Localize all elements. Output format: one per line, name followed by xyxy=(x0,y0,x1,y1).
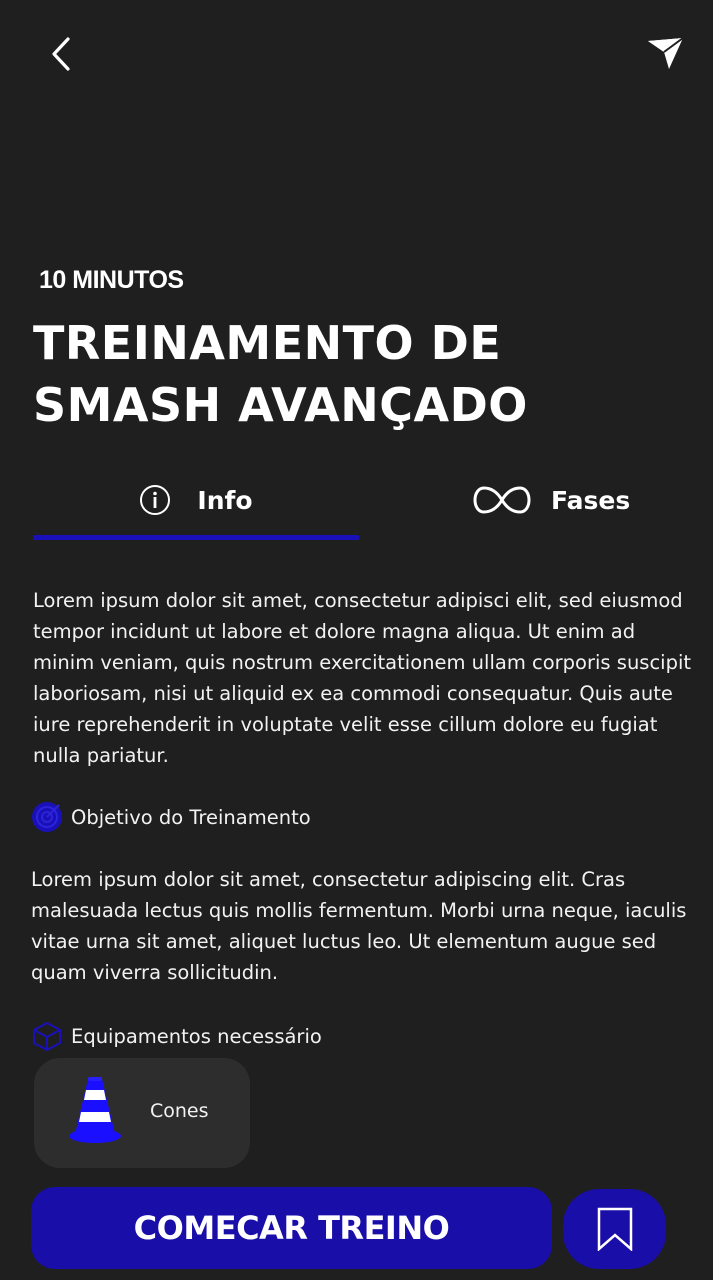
target-icon xyxy=(31,801,63,833)
tab-fases[interactable]: Fases xyxy=(473,470,693,530)
objective-heading: Objetivo do Treinamento xyxy=(31,801,311,833)
tab-bar: Info Fases xyxy=(33,470,693,542)
objective-heading-label: Objetivo do Treinamento xyxy=(71,805,311,829)
objective-text: Lorem ipsum dolor sit amet, consectetur … xyxy=(31,868,687,984)
box-icon xyxy=(31,1020,63,1052)
tab-info[interactable]: Info xyxy=(33,470,359,530)
equipment-label: Cones xyxy=(150,1100,209,1122)
active-tab-indicator xyxy=(33,535,359,540)
traffic-cone-icon xyxy=(69,1077,121,1143)
workout-description: Lorem ipsum dolor sit amet, consectetur … xyxy=(33,589,692,767)
chevron-left-icon xyxy=(52,37,70,71)
bookmark-icon xyxy=(597,1207,632,1251)
send-icon xyxy=(648,37,684,69)
start-workout-button[interactable]: COMECAR TREINO xyxy=(31,1187,552,1269)
share-button[interactable] xyxy=(642,32,688,74)
workout-title: TREINAMENTO DE SMASH AVANÇADO xyxy=(33,316,528,432)
equipment-heading-label: Equipamentos necessário xyxy=(71,1024,322,1048)
infinity-icon xyxy=(473,486,531,514)
info-icon xyxy=(140,485,171,515)
back-button[interactable] xyxy=(40,33,82,75)
tab-info-label: Info xyxy=(197,485,253,515)
tab-fases-label: Fases xyxy=(551,485,631,515)
equipment-card-cones[interactable]: Cones xyxy=(34,1058,250,1168)
bookmark-button[interactable] xyxy=(563,1189,666,1269)
workout-duration: 10 MINUTOS xyxy=(39,266,184,294)
equipment-heading: Equipamentos necessário xyxy=(31,1020,322,1052)
